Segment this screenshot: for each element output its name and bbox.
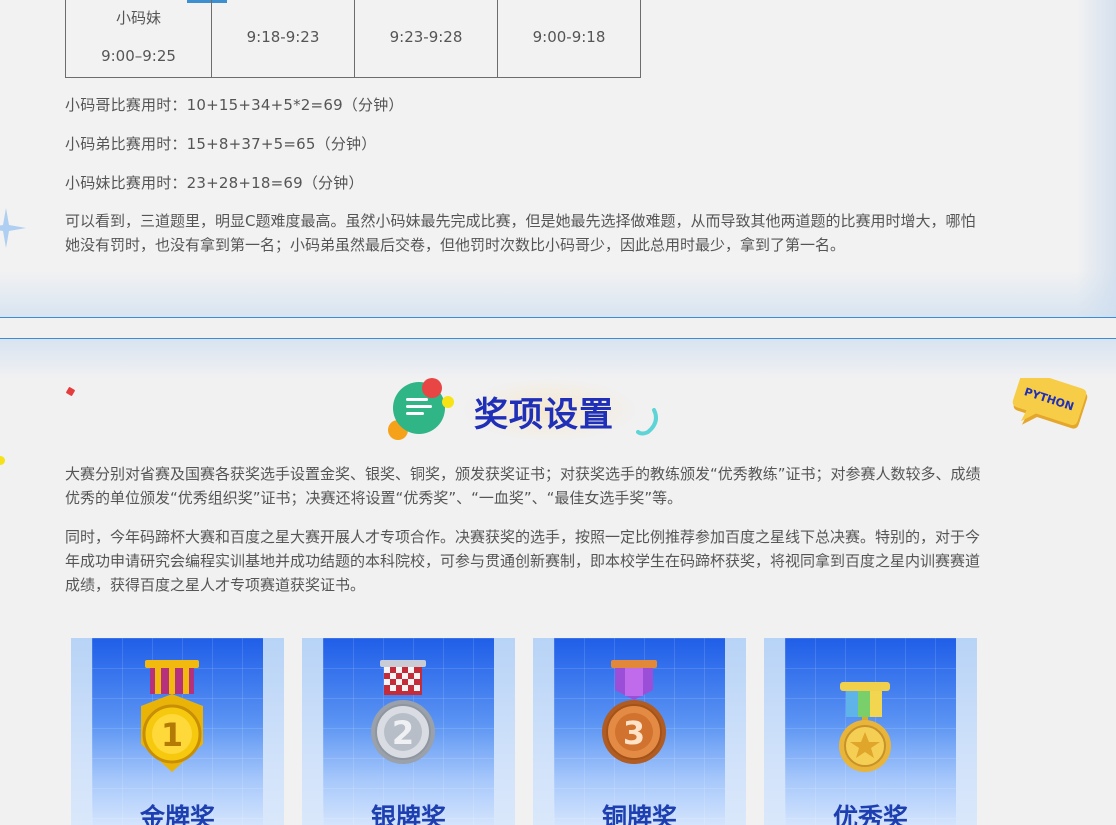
table-cell: 9:23-9:28: [354, 0, 498, 78]
award-card-bronze: 3 铜牌奖: [533, 638, 746, 825]
award-label: 银牌奖: [370, 803, 446, 825]
medal-number: 2: [392, 714, 414, 752]
analysis-paragraph: 可以看到，三道题里，明显C题难度最高。虽然小码妹最先完成比赛，但是她最先选择做难…: [65, 212, 976, 254]
gold-medal-icon: 1: [141, 660, 203, 772]
excellence-medal-icon: [839, 682, 891, 772]
table-row: 小码妹 9:00–9:25 9:18-9:23 9:23-9:28 9:00-9…: [65, 0, 641, 78]
award-label: 优秀奖: [832, 803, 908, 825]
section-title: 奖项设置: [474, 395, 614, 435]
medal-number: 1: [161, 716, 183, 754]
silver-medal-icon: 2: [371, 660, 435, 764]
schedule-table: 小码妹 9:00–9:25 9:18-9:23 9:23-9:28 9:00-9…: [65, 0, 641, 78]
document-icon: [388, 378, 454, 440]
award-card-silver: 2 银牌奖: [302, 638, 515, 825]
arc-decoration: [636, 408, 658, 436]
table-cell: 9:00-9:18: [497, 0, 641, 78]
medal-number: 3: [623, 714, 645, 752]
table-cell: 9:18-9:23: [211, 0, 355, 78]
result-line-2: 小码弟比赛用时：15+8+37+5=65（分钟）: [65, 135, 377, 153]
divider: [0, 317, 1116, 318]
awards-paragraph-1: 大赛分别对省赛及国赛各获奖选手设置金奖、银奖、铜奖，颁发获奖证书；对获奖选手的教…: [65, 465, 981, 507]
award-card-gold: 1 金牌奖: [71, 638, 284, 825]
python-badge-icon: PYTHON: [1012, 378, 1088, 429]
award-label: 金牌奖: [139, 803, 215, 825]
table-cell: 小码妹 9:00–9:25: [65, 0, 212, 78]
result-line-1: 小码哥比赛用时：10+15+34+5*2=69（分钟）: [65, 96, 404, 114]
bronze-medal-icon: 3: [602, 660, 666, 764]
awards-paragraph-2: 同时，今年码蹄杯大赛和百度之星大赛开展人才专项合作。决赛获奖的选手，按照一定比例…: [65, 528, 981, 594]
award-card-excellence: 优秀奖: [764, 638, 977, 825]
award-label: 铜牌奖: [601, 803, 677, 825]
sparkle-icon: [0, 208, 26, 248]
result-line-3: 小码妹比赛用时：23+28+18=69（分钟）: [65, 174, 364, 192]
